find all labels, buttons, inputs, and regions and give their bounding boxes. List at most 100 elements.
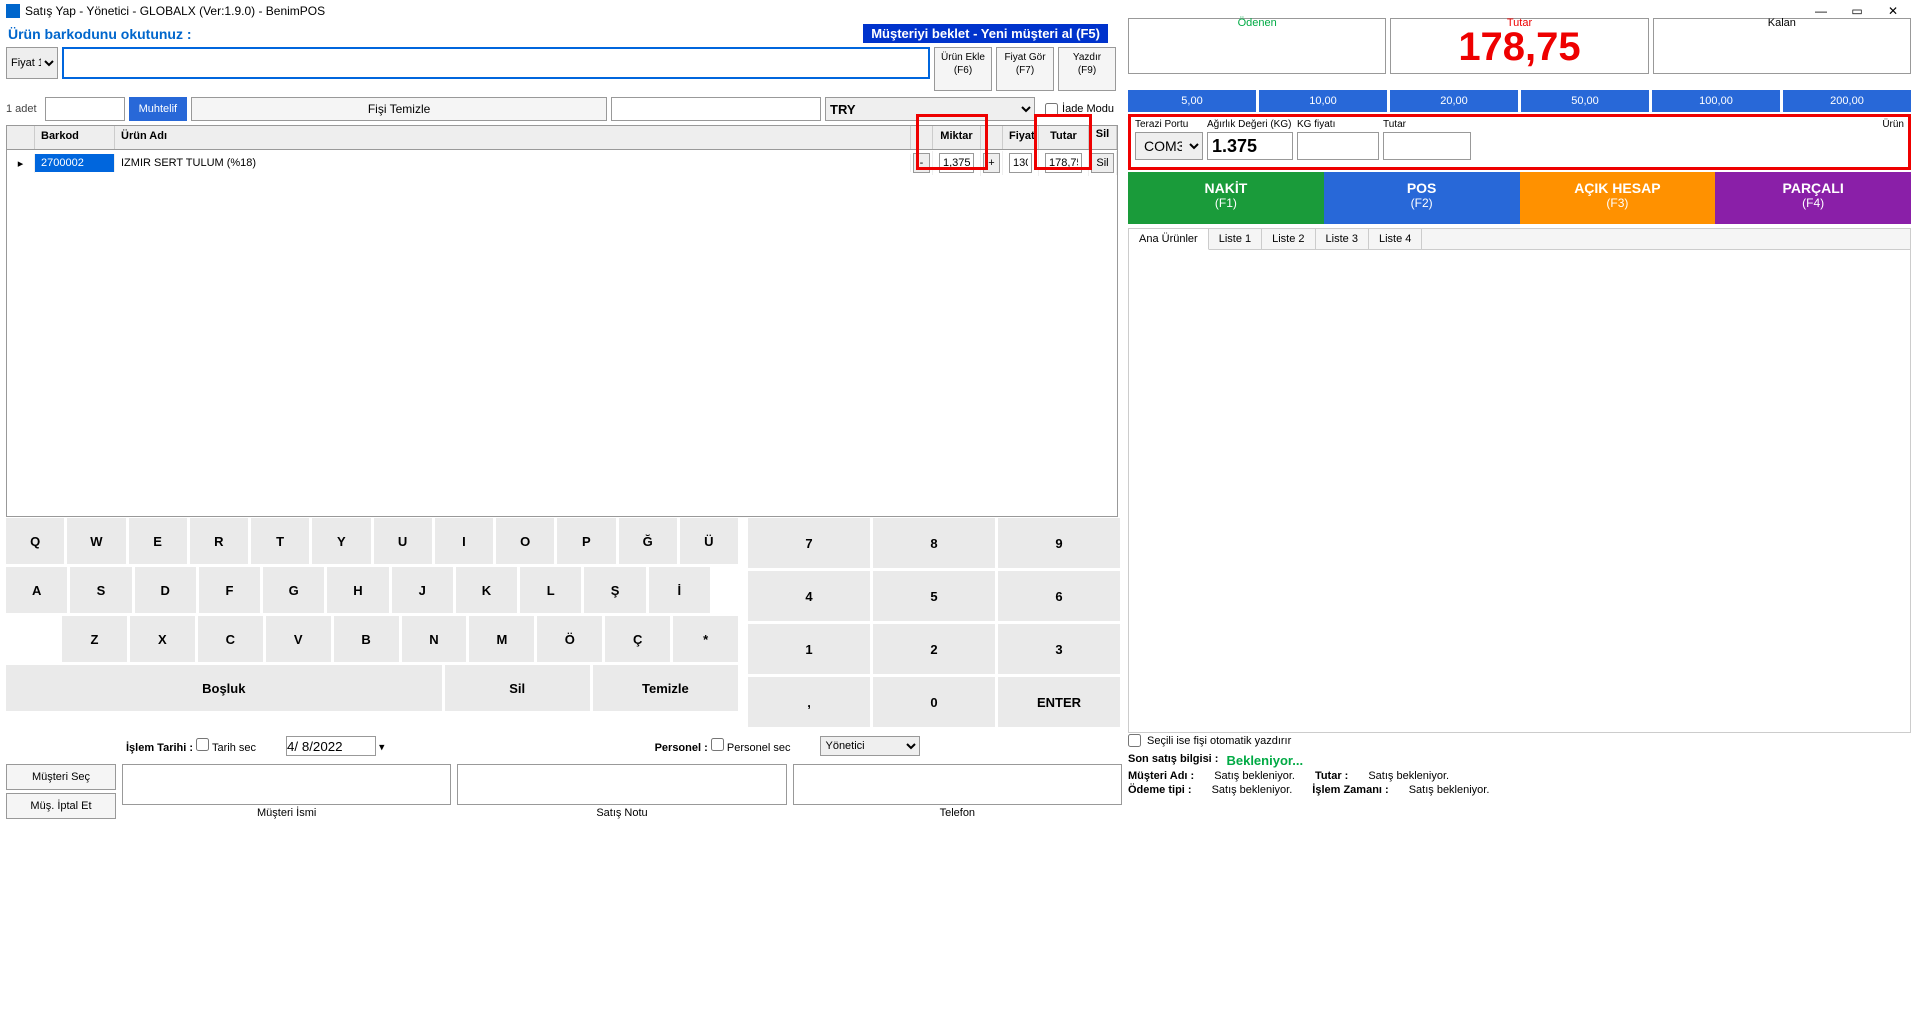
numpad-0[interactable]: 0 xyxy=(873,677,995,727)
key-ş[interactable]: Ş xyxy=(584,567,645,613)
key-z[interactable]: Z xyxy=(62,616,127,662)
tab-list-1[interactable]: Liste 1 xyxy=(1209,229,1262,249)
price-input-cell[interactable] xyxy=(1009,153,1032,173)
key-i[interactable]: I xyxy=(435,518,493,564)
amount-200[interactable]: 200,00 xyxy=(1783,90,1911,112)
key-*[interactable]: * xyxy=(673,616,738,662)
key-q[interactable]: Q xyxy=(6,518,64,564)
select-customer-button[interactable]: Müşteri Seç xyxy=(6,764,116,790)
numpad-3[interactable]: 3 xyxy=(998,624,1120,674)
amount-5[interactable]: 5,00 xyxy=(1128,90,1256,112)
tab-list-2[interactable]: Liste 2 xyxy=(1262,229,1315,249)
cell-barcode[interactable]: 2700002 xyxy=(35,154,115,172)
last-sale-status: Bekleniyor... xyxy=(1226,753,1303,768)
clear-receipt-button[interactable]: Fişi Temizle xyxy=(191,97,607,121)
key-ğ[interactable]: Ğ xyxy=(619,518,677,564)
key-o[interactable]: O xyxy=(496,518,554,564)
currency-select[interactable]: TRY xyxy=(825,97,1035,121)
key-c[interactable]: C xyxy=(198,616,263,662)
key-p[interactable]: P xyxy=(557,518,615,564)
date-picker[interactable] xyxy=(286,736,376,756)
key-j[interactable]: J xyxy=(392,567,453,613)
key-space[interactable]: Boşluk xyxy=(6,665,442,711)
amount-50[interactable]: 50,00 xyxy=(1521,90,1649,112)
row-delete-button[interactable]: Sil xyxy=(1091,153,1114,173)
open-account-button[interactable]: AÇIK HESAP(F3) xyxy=(1520,172,1716,224)
auto-print-checkbox[interactable] xyxy=(1128,734,1141,747)
qty-input-cell[interactable] xyxy=(939,153,974,173)
key-e[interactable]: E xyxy=(129,518,187,564)
key-t[interactable]: T xyxy=(251,518,309,564)
key-delete[interactable]: Sil xyxy=(445,665,590,711)
date-select-checkbox[interactable] xyxy=(196,738,209,751)
numpad-,[interactable]: , xyxy=(748,677,870,727)
key-h[interactable]: H xyxy=(327,567,388,613)
amount-100[interactable]: 100,00 xyxy=(1652,90,1780,112)
view-price-button[interactable]: Fiyat Gör(F7) xyxy=(996,47,1054,91)
pos-button[interactable]: POS(F2) xyxy=(1324,172,1520,224)
cancel-customer-button[interactable]: Müş. İptal Et xyxy=(6,793,116,819)
customer-name-input[interactable] xyxy=(122,764,451,805)
amount-20[interactable]: 20,00 xyxy=(1390,90,1518,112)
key-clear[interactable]: Temizle xyxy=(593,665,738,711)
qty-plus-button[interactable]: + xyxy=(983,153,1000,173)
tab-list-4[interactable]: Liste 4 xyxy=(1369,229,1422,249)
customer-wait-button[interactable]: Müşteriyi beklet - Yeni müşteri al (F5) xyxy=(863,24,1108,43)
key-w[interactable]: W xyxy=(67,518,125,564)
key-ç[interactable]: Ç xyxy=(605,616,670,662)
search-input[interactable] xyxy=(611,97,821,121)
key-g[interactable]: G xyxy=(263,567,324,613)
key-i̇[interactable]: İ xyxy=(649,567,710,613)
numpad-9[interactable]: 9 xyxy=(998,518,1120,568)
scale-port-select[interactable]: COM3 xyxy=(1135,132,1203,160)
qty-minus-button[interactable]: - xyxy=(913,153,930,173)
numpad-6[interactable]: 6 xyxy=(998,571,1120,621)
staff-select[interactable]: Yönetici xyxy=(820,736,920,756)
key-r[interactable]: R xyxy=(190,518,248,564)
product-tabs-panel: Ana Ürünler Liste 1 Liste 2 Liste 3 List… xyxy=(1128,228,1911,733)
key-ö[interactable]: Ö xyxy=(537,616,602,662)
phone-input[interactable] xyxy=(793,764,1122,805)
key-s[interactable]: S xyxy=(70,567,131,613)
tab-list-3[interactable]: Liste 3 xyxy=(1316,229,1369,249)
cash-button[interactable]: NAKİT(F1) xyxy=(1128,172,1324,224)
key-u[interactable]: U xyxy=(374,518,432,564)
numpad-1[interactable]: 1 xyxy=(748,624,870,674)
key-v[interactable]: V xyxy=(266,616,331,662)
misc-button[interactable]: Muhtelif xyxy=(129,97,188,121)
add-product-button[interactable]: Ürün Ekle(F6) xyxy=(934,47,992,91)
scale-weight-input[interactable] xyxy=(1207,132,1293,160)
key-l[interactable]: L xyxy=(520,567,581,613)
key-m[interactable]: M xyxy=(469,616,534,662)
key-f[interactable]: F xyxy=(199,567,260,613)
numpad-7[interactable]: 7 xyxy=(748,518,870,568)
sale-note-input[interactable] xyxy=(457,764,786,805)
total-input-cell[interactable] xyxy=(1045,153,1082,173)
amount-10[interactable]: 10,00 xyxy=(1259,90,1387,112)
key-d[interactable]: D xyxy=(135,567,196,613)
numpad-ENTER[interactable]: ENTER xyxy=(998,677,1120,727)
grid-row[interactable]: ▸ 2700002 IZMIR SERT TULUM (%18) - + Sil xyxy=(7,150,1117,176)
key-a[interactable]: A xyxy=(6,567,67,613)
barcode-input[interactable] xyxy=(62,47,930,79)
return-mode-checkbox[interactable] xyxy=(1045,103,1058,116)
numpad-2[interactable]: 2 xyxy=(873,624,995,674)
print-button[interactable]: Yazdır(F9) xyxy=(1058,47,1116,91)
numpad-8[interactable]: 8 xyxy=(873,518,995,568)
tab-main-products[interactable]: Ana Ürünler xyxy=(1129,229,1209,250)
key-y[interactable]: Y xyxy=(312,518,370,564)
cell-product[interactable]: IZMIR SERT TULUM (%18) xyxy=(115,154,911,172)
split-button[interactable]: PARÇALI(F4) xyxy=(1715,172,1911,224)
qty-input[interactable] xyxy=(45,97,125,121)
key-x[interactable]: X xyxy=(130,616,195,662)
scale-total-input[interactable] xyxy=(1383,132,1471,160)
numpad-4[interactable]: 4 xyxy=(748,571,870,621)
numpad-5[interactable]: 5 xyxy=(873,571,995,621)
staff-select-checkbox[interactable] xyxy=(711,738,724,751)
key-n[interactable]: N xyxy=(402,616,467,662)
price-select[interactable]: Fiyat 1 xyxy=(6,47,58,79)
key-b[interactable]: B xyxy=(334,616,399,662)
key-ü[interactable]: Ü xyxy=(680,518,738,564)
kg-price-input[interactable] xyxy=(1297,132,1379,160)
key-k[interactable]: K xyxy=(456,567,517,613)
